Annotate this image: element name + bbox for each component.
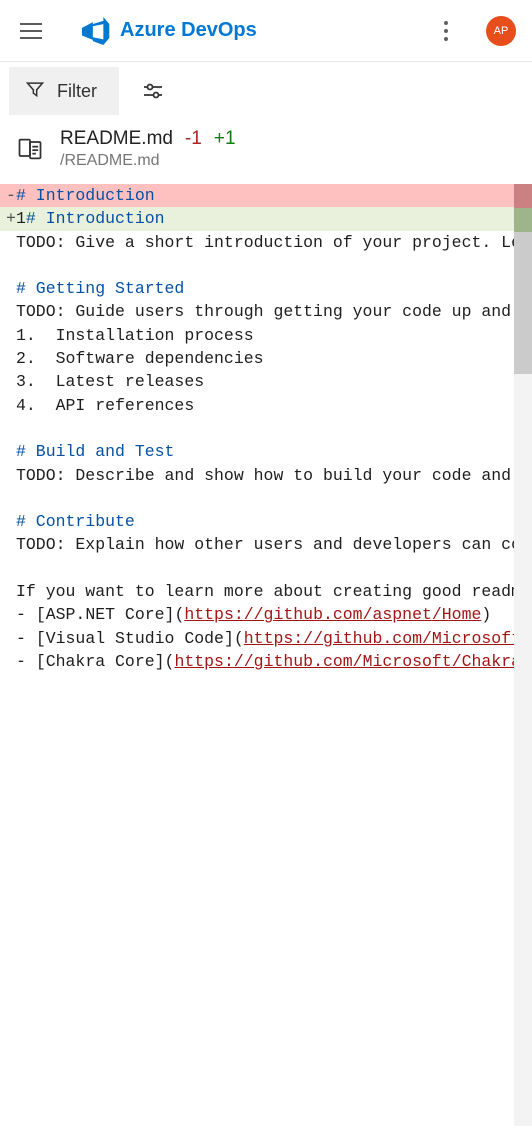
code-segment: 4. API references: [16, 396, 194, 415]
diff-line[interactable]: +1# Introduction: [0, 207, 532, 230]
diff-line[interactable]: - [Chakra Core](https://github.com/Micro…: [0, 650, 532, 673]
diff-line[interactable]: 1. Installation process: [0, 324, 532, 347]
diff-settings-button[interactable]: [129, 67, 177, 115]
diff-marker: [6, 231, 16, 254]
file-name: README.md: [60, 128, 173, 150]
settings-sliders-icon: [141, 79, 165, 103]
app-header: Azure DevOps AP: [0, 0, 532, 62]
code-segment: -: [16, 629, 36, 648]
diff-marker: [6, 487, 16, 510]
brand-text: Azure DevOps: [120, 19, 257, 42]
line-number: 1: [16, 209, 26, 228]
filter-icon: [25, 79, 45, 104]
code-segment: (: [174, 605, 184, 624]
code-segment: 2. Software dependencies: [16, 349, 264, 368]
diff-marker: [6, 370, 16, 393]
diff-marker: [6, 464, 16, 487]
diff-marker: [6, 440, 16, 463]
code-segment: (: [234, 629, 244, 648]
diff-line[interactable]: # Getting Started: [0, 277, 532, 300]
code-segment: [Chakra Core]: [36, 652, 165, 671]
diff-marker: [6, 557, 16, 580]
code-segment: TODO: Explain how other users and develo…: [16, 535, 532, 554]
diff-line[interactable]: 3. Latest releases: [0, 370, 532, 393]
scrollbar-track[interactable]: [514, 184, 532, 1126]
code-segment: -: [16, 605, 36, 624]
diff-line[interactable]: [0, 417, 532, 440]
diff-marker: [6, 603, 16, 626]
diff-marker: [6, 580, 16, 603]
code-segment: TODO: Give a short introduction of your …: [16, 233, 532, 252]
diff-line[interactable]: TODO: Give a short introduction of your …: [0, 231, 532, 254]
code-segment: https://github.com/aspnet/Home: [184, 605, 481, 624]
code-segment: (: [165, 652, 175, 671]
diff-line[interactable]: -# Introduction: [0, 184, 532, 207]
diff-line[interactable]: 4. API references: [0, 394, 532, 417]
diff-line[interactable]: TODO: Guide users through getting your c…: [0, 300, 532, 323]
filter-label: Filter: [57, 81, 97, 102]
diff-marker: [6, 324, 16, 347]
diff-marker: [6, 277, 16, 300]
code-segment: TODO: Guide users through getting your c…: [16, 302, 532, 321]
diff-marker: [6, 394, 16, 417]
code-segment: [Visual Studio Code]: [36, 629, 234, 648]
diff-marker: [6, 300, 16, 323]
code-segment: https://github.com/Microsoft/vscode: [244, 629, 532, 648]
code-segment: TODO: Describe and show how to build you…: [16, 466, 532, 485]
diff-marker: -: [6, 184, 16, 207]
file-path: /README.md: [60, 152, 516, 170]
code-segment: # Introduction: [16, 186, 155, 205]
menu-icon[interactable]: [20, 20, 42, 42]
code-segment: # Getting Started: [16, 279, 184, 298]
code-segment: If you want to learn more about creating…: [16, 582, 532, 601]
diff-lines: -# Introduction+1# Introduction TODO: Gi…: [0, 184, 532, 673]
diff-line[interactable]: - [ASP.NET Core](https://github.com/aspn…: [0, 603, 532, 626]
user-avatar[interactable]: AP: [486, 16, 516, 46]
file-info: README.md -1 +1 /README.md: [60, 128, 516, 170]
diff-marker: [6, 254, 16, 277]
code-segment: # Contribute: [16, 512, 135, 531]
azure-devops-logo-icon: [82, 17, 110, 45]
diff-marker: [6, 510, 16, 533]
toolbar: Filter: [0, 62, 532, 120]
diff-line[interactable]: # Build and Test: [0, 440, 532, 463]
filter-button[interactable]: Filter: [9, 67, 119, 115]
code-segment: https://github.com/Microsoft/ChakraCore: [174, 652, 532, 671]
code-segment: 1. Installation process: [16, 326, 254, 345]
scrollbar-thumb[interactable]: [514, 184, 532, 374]
brand-section[interactable]: Azure DevOps: [82, 17, 434, 45]
diff-marker: [6, 417, 16, 440]
code-segment: # Build and Test: [16, 442, 174, 461]
diff-line[interactable]: 2. Software dependencies: [0, 347, 532, 370]
diff-line[interactable]: # Contribute: [0, 510, 532, 533]
diff-line[interactable]: TODO: Explain how other users and develo…: [0, 533, 532, 556]
code-segment: [ASP.NET Core]: [36, 605, 175, 624]
diff-line[interactable]: [0, 487, 532, 510]
diff-view[interactable]: -# Introduction+1# Introduction TODO: Gi…: [0, 184, 532, 1126]
code-segment: 3. Latest releases: [16, 372, 204, 391]
diff-marker: [6, 650, 16, 673]
code-segment: -: [16, 652, 36, 671]
file-header: README.md -1 +1 /README.md: [0, 120, 532, 184]
diff-line[interactable]: [0, 254, 532, 277]
diff-line[interactable]: TODO: Describe and show how to build you…: [0, 464, 532, 487]
diff-removed-count: -1: [185, 128, 202, 150]
code-segment: ): [481, 605, 491, 624]
code-segment: # Introduction: [26, 209, 165, 228]
file-diff-icon: [16, 135, 44, 163]
diff-line[interactable]: - [Visual Studio Code](https://github.co…: [0, 627, 532, 650]
diff-added-count: +1: [214, 128, 236, 150]
diff-line[interactable]: If you want to learn more about creating…: [0, 580, 532, 603]
more-menu-icon[interactable]: [434, 19, 458, 43]
diff-marker: [6, 533, 16, 556]
diff-marker: +: [6, 207, 16, 230]
diff-line[interactable]: [0, 557, 532, 580]
diff-marker: [6, 627, 16, 650]
diff-marker: [6, 347, 16, 370]
